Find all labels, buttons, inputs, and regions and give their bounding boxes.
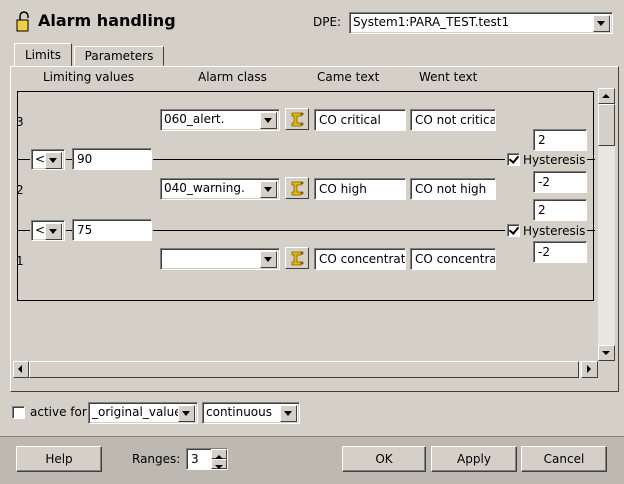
went-text-field[interactable]: CO not high [410,178,496,200]
came-text-field[interactable]: CO critical [314,109,406,131]
hysteresis-lower-field[interactable]: -2 [533,241,587,263]
chevron-down-icon[interactable] [45,152,62,169]
limit-line [153,159,505,160]
alarm-class-button[interactable] [285,177,309,199]
vertical-scroll-thumb[interactable] [598,104,615,146]
alarm-class-select[interactable]: 040_warning. [160,178,280,200]
horizontal-scroll-thumb[interactable] [29,361,579,378]
ok-button[interactable]: OK [342,446,426,472]
range-index: 3 [16,115,24,129]
active-for-label: active for [30,405,87,419]
header-alarm-class: Alarm class [198,70,267,84]
hysteresis-lower-field[interactable]: -2 [533,171,587,193]
limit-value-field[interactable]: 75 [72,219,152,241]
tab-parameters[interactable]: Parameters [74,46,164,66]
hysteresis-upper-field[interactable]: 2 [533,199,587,221]
active-for-checkbox[interactable] [12,406,25,419]
range-index: 2 [16,183,24,197]
alarm-class-select[interactable]: 060_alert. [160,109,280,131]
mode-select[interactable]: continuous [202,402,300,424]
ranges-label: Ranges: [132,452,181,466]
cancel-button[interactable]: Cancel [521,446,607,472]
alarm-class-icon [291,251,304,266]
chevron-down-icon[interactable] [260,181,277,198]
alarm-class-icon [291,181,304,196]
limit-line [17,230,30,231]
went-text-field[interactable]: CO concentration [410,248,496,270]
scroll-down-button[interactable] [598,345,615,361]
ranges-spin-up[interactable] [211,449,227,459]
window-title: Alarm handling [38,11,176,30]
header-went-text: Went text [419,70,478,84]
lock-icon [16,11,29,32]
dpe-label: DPE: [313,15,342,29]
tab-limits-label: Limits [25,48,61,62]
window-icon [14,11,34,33]
chevron-down-icon[interactable] [260,112,277,129]
operator-select[interactable]: < [31,149,65,170]
header-came-text: Came text [317,70,380,84]
operator-select[interactable]: < [31,220,65,241]
scroll-left-button[interactable] [13,361,29,378]
chevron-down-icon[interactable] [593,15,610,32]
came-text-field[interactable]: CO high [314,178,406,200]
scroll-right-button[interactable] [581,361,598,378]
limit-line [153,230,505,231]
scroll-up-button[interactable] [598,88,615,104]
hysteresis-label: Hysteresis [523,224,586,238]
apply-button[interactable]: Apply [431,446,517,472]
range-index: 1 [16,254,24,268]
ranges-spin-down[interactable] [211,459,227,469]
alarm-class-button[interactable] [285,247,309,269]
value-select[interactable]: _original_value [88,402,198,424]
tab-parameters-label: Parameters [84,49,154,63]
limit-line [587,159,595,160]
alarm-class-button[interactable] [285,108,309,130]
tab-limits[interactable]: Limits [14,43,72,67]
alarm-class-icon [291,112,304,127]
chevron-down-icon[interactable] [280,405,297,422]
came-text-field[interactable]: CO concentration [314,248,406,270]
header-limiting-values: Limiting values [43,70,135,84]
chevron-down-icon[interactable] [260,251,277,268]
hysteresis-label: Hysteresis [523,153,586,167]
hysteresis-checkbox[interactable] [507,153,520,166]
limit-line [17,159,30,160]
hysteresis-upper-field[interactable]: 2 [533,129,587,151]
limit-value-field[interactable]: 90 [72,148,152,170]
help-button[interactable]: Help [16,446,102,472]
chevron-down-icon[interactable] [45,223,62,240]
limit-line [587,230,595,231]
chevron-down-icon[interactable] [178,405,195,422]
went-text-field[interactable]: CO not critical [410,109,496,131]
dpe-value: System1:PARA_TEST.test1 [353,15,510,29]
hysteresis-checkbox[interactable] [507,224,520,237]
alarm-class-select[interactable] [160,248,280,270]
dpe-select[interactable]: System1:PARA_TEST.test1 [349,12,613,34]
